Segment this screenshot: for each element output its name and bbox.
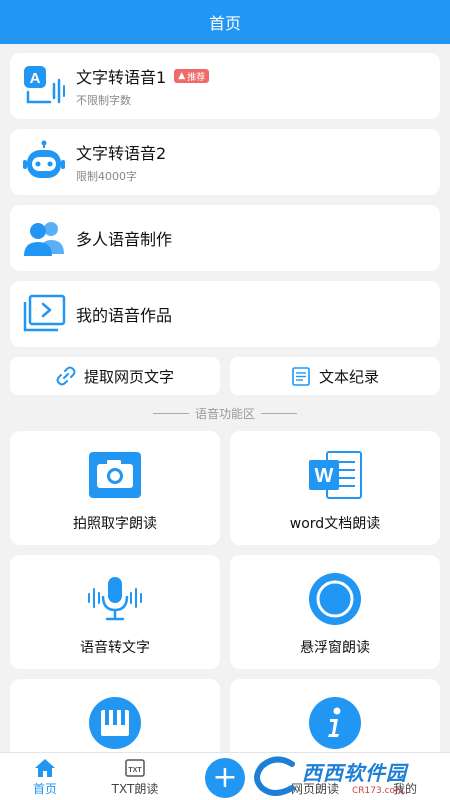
top-bar: 首页 <box>0 0 450 44</box>
section-title: 语音功能区 <box>194 406 255 421</box>
svg-text:TXT: TXT <box>128 767 142 774</box>
home-icon <box>35 759 55 777</box>
notepad-icon <box>292 367 310 386</box>
floating-circle-icon <box>308 573 362 625</box>
robot-icon <box>22 140 66 184</box>
card-my-works[interactable]: 我的语音作品 <box>10 281 440 347</box>
tab-label: TXT朗读 <box>111 782 159 796</box>
card-title: 我的语音作品 <box>76 306 173 325</box>
people-icon <box>22 216 66 260</box>
plus-icon: + <box>212 760 238 795</box>
tab-label: 首页 <box>32 782 57 796</box>
tile-photo-read[interactable]: 拍照取字朗读 <box>10 431 220 545</box>
info-icon <box>308 697 362 749</box>
microphone-icon <box>85 573 145 625</box>
txt-icon: TXT <box>125 759 145 777</box>
section-divider: 语音功能区 <box>0 404 450 422</box>
camera-icon <box>87 449 143 501</box>
text-record-button[interactable]: 文本纪录 <box>230 357 440 395</box>
tile-label: 悬浮窗朗读 <box>300 640 370 656</box>
watermark: 西西软件园 CR173.com <box>252 754 448 798</box>
tile-label: word文档朗读 <box>289 516 381 532</box>
recommend-badge: ▲ 推荐 <box>174 69 210 83</box>
tile-word-read[interactable]: W word文档朗读 <box>230 431 440 545</box>
tile-floating-read[interactable]: 悬浮窗朗读 <box>230 555 440 669</box>
page-title: 首页 <box>208 14 241 33</box>
watermark-logo <box>254 756 295 796</box>
add-button[interactable]: + <box>205 758 245 798</box>
folder-play-icon <box>22 292 66 336</box>
word-icon: W <box>307 449 363 501</box>
tile-label: 语音转文字 <box>80 640 150 656</box>
divider-line <box>152 412 189 414</box>
text-to-speech-icon: A <box>22 64 66 108</box>
watermark-url: CR173.com <box>352 785 404 796</box>
watermark-title: 西西软件园 <box>302 760 407 785</box>
svg-text:A: A <box>30 70 41 87</box>
tile-label: 拍照取字朗读 <box>73 516 157 532</box>
divider-line <box>261 412 297 414</box>
svg-text:W: W <box>315 465 334 487</box>
card-title: 文字转语音1 <box>76 68 167 87</box>
card-subtitle: 不限制字数 <box>76 94 131 107</box>
extract-web-text-button[interactable]: 提取网页文字 <box>10 357 220 395</box>
link-icon <box>56 366 76 386</box>
text-record-label: 文本纪录 <box>318 367 379 386</box>
thumbs-up-icon: ▲ <box>178 71 186 81</box>
card-multi-voice[interactable]: 多人语音制作 <box>10 205 440 271</box>
card-title: 多人语音制作 <box>76 230 173 249</box>
card-text-to-speech-1[interactable]: A 文字转语音1 ▲ 推荐 不限制字数 <box>10 53 440 119</box>
tab-home[interactable]: 首页 <box>0 753 90 800</box>
piano-icon <box>88 697 142 749</box>
extract-web-text-label: 提取网页文字 <box>83 367 174 386</box>
card-title: 文字转语音2 <box>76 144 167 163</box>
tile-speech-to-text[interactable]: 语音转文字 <box>10 555 220 669</box>
card-subtitle: 限制4000字 <box>76 170 137 183</box>
badge-label: 推荐 <box>187 72 206 83</box>
tab-txt-read[interactable]: TXT TXT朗读 <box>90 753 180 800</box>
card-text-to-speech-2[interactable]: 文字转语音2 限制4000字 <box>10 129 440 195</box>
